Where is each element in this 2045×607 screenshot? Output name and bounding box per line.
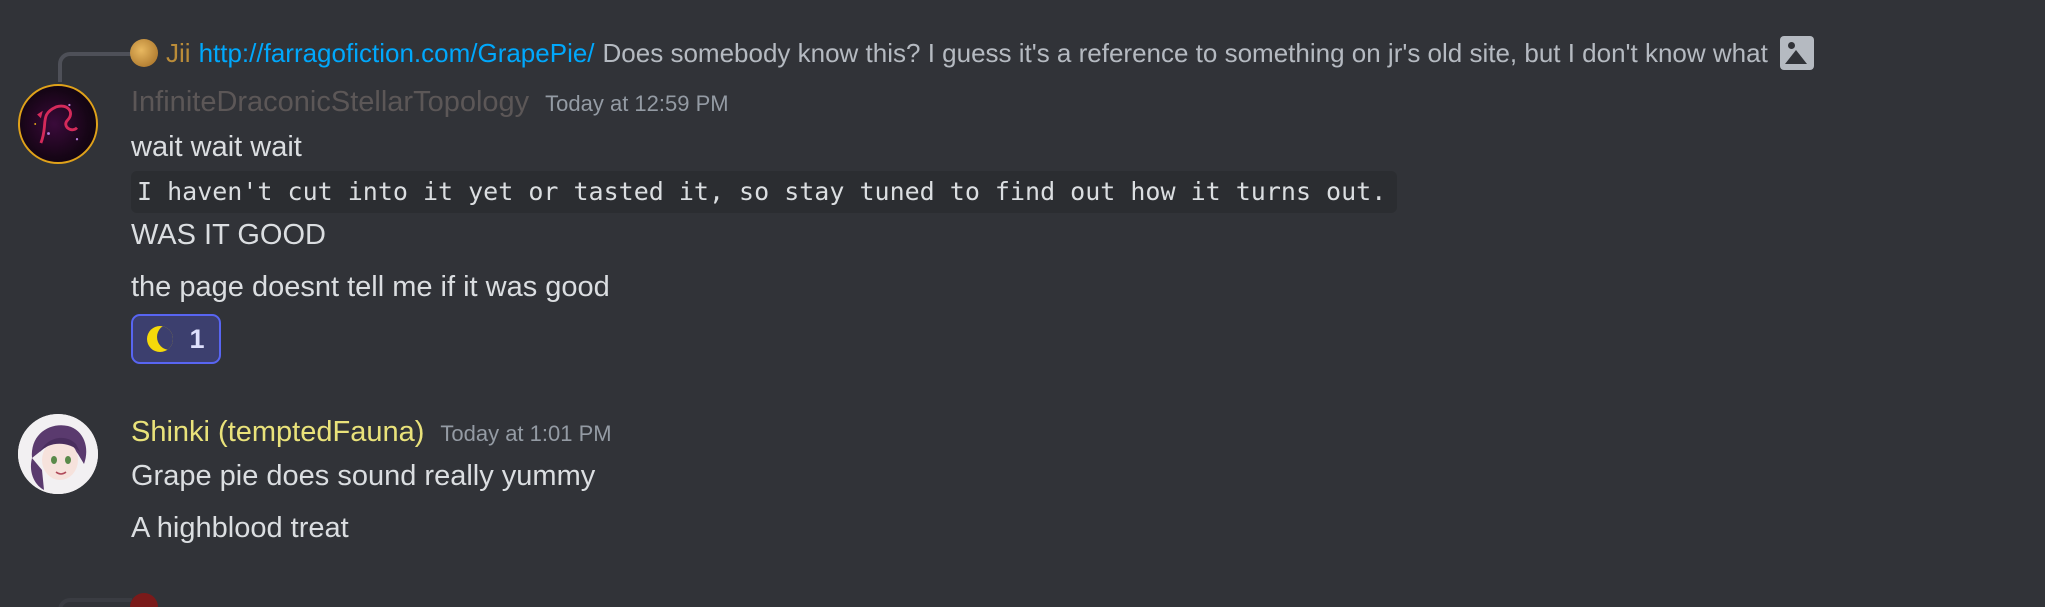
message-text: Grape pie does sound really yummy xyxy=(131,460,596,492)
timestamp[interactable]: Today at 1:01 PM xyxy=(440,421,611,447)
reply-avatar[interactable] xyxy=(130,39,158,67)
username[interactable]: Shinki (temptedFauna) xyxy=(131,416,424,449)
image-icon xyxy=(1779,36,1814,70)
reply-preview[interactable]: Jii http://farragofiction.com/GrapePie/ … xyxy=(130,36,1814,70)
inline-code: I haven't cut into it yet or tasted it, … xyxy=(131,171,1397,213)
reply-spine xyxy=(58,52,132,82)
reaction-count: 1 xyxy=(189,323,205,354)
anime-avatar-icon xyxy=(18,414,98,494)
username[interactable]: InfiniteDraconicStellarTopology xyxy=(131,86,529,119)
avatar[interactable] xyxy=(18,414,98,494)
reply-preview-clipped[interactable] xyxy=(130,592,166,607)
message-text: the page doesnt tell me if it was good xyxy=(131,271,610,303)
message-text: wait wait wait xyxy=(131,131,302,163)
message-header: Shinki (temptedFauna) Today at 1:01 PM xyxy=(131,416,612,449)
reply-spine xyxy=(58,598,132,607)
message-text: A highblood treat xyxy=(131,512,349,544)
crescent-moon-icon xyxy=(147,326,174,352)
reply-text[interactable]: Does somebody know this? I guess it's a … xyxy=(603,38,1768,69)
reaction-button[interactable]: 1 xyxy=(131,314,221,364)
message-header: InfiniteDraconicStellarTopology Today at… xyxy=(131,86,729,119)
reply-avatar[interactable] xyxy=(130,593,158,607)
reply-author[interactable]: Jii xyxy=(166,38,191,69)
chat-log: Jii http://farragofiction.com/GrapePie/ … xyxy=(0,0,2045,607)
dragon-avatar-icon xyxy=(34,103,79,144)
timestamp[interactable]: Today at 12:59 PM xyxy=(545,91,728,117)
avatar[interactable] xyxy=(18,84,98,164)
reply-link[interactable]: http://farragofiction.com/GrapePie/ xyxy=(199,38,595,69)
message-text: WAS IT GOOD xyxy=(131,219,326,251)
